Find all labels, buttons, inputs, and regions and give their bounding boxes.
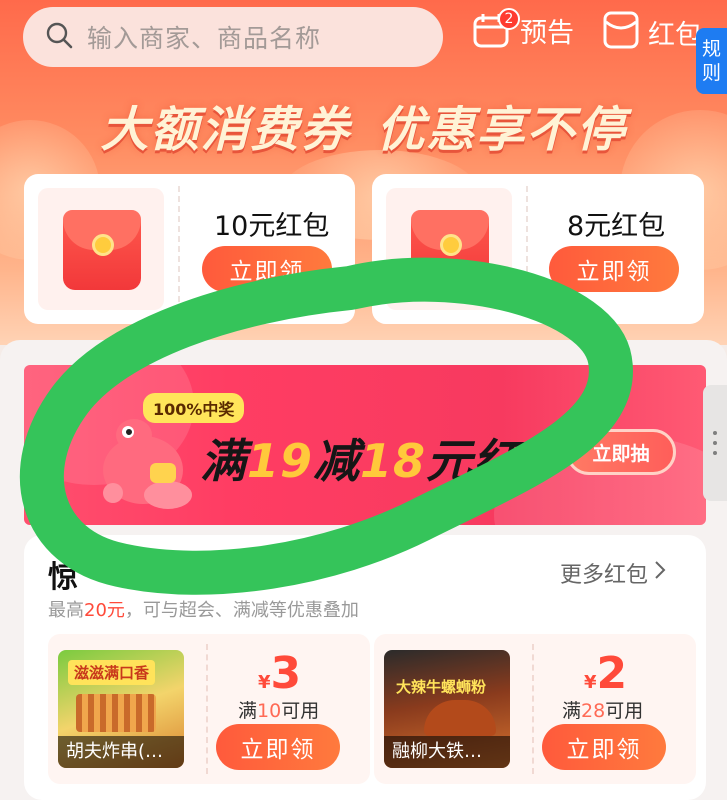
- usage-condition: 满28可用: [562, 696, 643, 723]
- shop-image: 滋滋满口香 胡夫炸串(…: [58, 650, 184, 768]
- shop-image-text: 大辣牛螺蛳粉: [396, 678, 487, 696]
- shop-name: 胡夫炸串(…: [58, 736, 184, 768]
- red-envelope-icon: [411, 210, 489, 290]
- search-placeholder: 输入商家、商品名称: [87, 24, 322, 53]
- preview-label: 预告: [520, 17, 574, 49]
- claim-button[interactable]: 立即领: [216, 724, 340, 770]
- promo-off: 18: [360, 434, 427, 488]
- claim-button[interactable]: 立即领: [549, 246, 679, 292]
- discount-value: 2: [596, 648, 628, 699]
- discount-value: 3: [270, 648, 302, 699]
- coupon-card-10: 10元红包 立即领: [24, 174, 355, 324]
- chevron-right-icon: [654, 560, 666, 586]
- more-label: 更多红包: [560, 563, 649, 588]
- rules-char-2: 则: [701, 62, 721, 84]
- cond-post: 可用: [605, 700, 644, 722]
- red-packet-button[interactable]: 红包: [602, 10, 702, 54]
- more-red-packets-link[interactable]: 更多红包: [560, 557, 666, 589]
- preview-button[interactable]: 2 预告: [472, 8, 574, 50]
- red-packet-icon: [602, 10, 640, 54]
- subtitle-pre: 最高: [48, 600, 84, 621]
- shop-name: 融柳大铁…: [384, 736, 510, 768]
- cond-post: 可用: [281, 700, 320, 722]
- promo-post: 元红: [426, 434, 521, 488]
- currency-symbol: ¥: [584, 672, 597, 693]
- claim-button[interactable]: 立即领: [542, 724, 666, 770]
- shop-image: 大辣牛螺蛳粉 融柳大铁…: [384, 650, 510, 768]
- cond-num: 10: [257, 700, 282, 722]
- subtitle-amount: 20元: [84, 600, 125, 621]
- subtitle-post: ，可与超会、满减等优惠叠加: [124, 600, 359, 621]
- claim-button[interactable]: 立即领: [202, 246, 332, 292]
- campaign-headline: 大额消费券 优惠享不停: [0, 90, 727, 160]
- win-tag: 100%中奖: [143, 393, 245, 423]
- draw-button[interactable]: 立即抽: [566, 429, 676, 475]
- promo-text: 满19减18元红: [200, 425, 520, 491]
- discount-amount: ¥3: [258, 648, 301, 699]
- coupon-thumb: [386, 188, 512, 310]
- headline-right: 优惠享不停: [376, 102, 627, 158]
- promo-pre: 满: [200, 434, 247, 488]
- headline-left: 大额消费券: [100, 102, 351, 158]
- shop-coupon-card: 大辣牛螺蛳粉 融柳大铁… ¥2 满28可用 立即领: [374, 634, 696, 784]
- coupon-amount: 8元红包: [567, 211, 666, 242]
- coupon-amount: 10元红包: [214, 211, 330, 242]
- calendar-icon: 2: [472, 8, 520, 50]
- cond-num: 28: [581, 700, 606, 722]
- shop-image-text: 滋滋满口香: [68, 660, 156, 685]
- coupon-card-8: 8元红包 立即领: [372, 174, 704, 324]
- coupon-thumb: [38, 188, 164, 310]
- discount-amount: ¥2: [584, 648, 627, 699]
- rules-char-1: 规: [701, 38, 721, 60]
- promo-mid: 减: [313, 434, 361, 488]
- shop-coupon-card: 滋滋满口香 胡夫炸串(… ¥3 满10可用 立即领: [48, 634, 370, 784]
- cond-pre: 满: [562, 700, 582, 722]
- section-title: 惊: [48, 560, 78, 595]
- usage-condition: 满10可用: [238, 696, 319, 723]
- red-envelope-icon: [63, 210, 141, 290]
- rules-tab[interactable]: 规 则: [696, 28, 727, 94]
- search-icon: [45, 21, 73, 53]
- section-subtitle: 最高20元，可与超会、满减等优惠叠加: [48, 596, 359, 622]
- red-packet-label: 红包: [648, 19, 702, 51]
- preview-badge: 2: [498, 8, 520, 30]
- promo-min: 19: [247, 434, 314, 488]
- side-drag-handle[interactable]: [703, 385, 727, 501]
- search-bar[interactable]: 输入商家、商品名称: [23, 7, 443, 67]
- cond-pre: 满: [238, 700, 258, 722]
- currency-symbol: ¥: [258, 672, 271, 693]
